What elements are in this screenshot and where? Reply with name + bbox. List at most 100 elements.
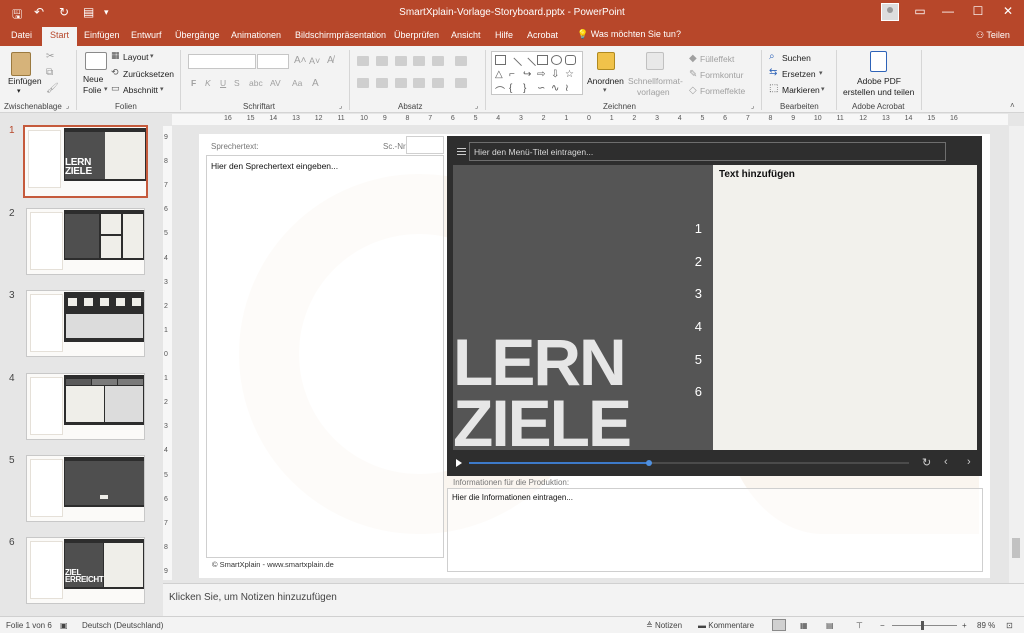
strikethrough-icon[interactable]: abc — [249, 78, 263, 88]
clear-format-icon[interactable]: A̸ — [327, 55, 334, 66]
font-launcher-icon[interactable]: ⌟ — [339, 102, 342, 110]
slide-thumbnail-3[interactable] — [26, 290, 145, 357]
select-dropdown-icon[interactable]: ▾ — [821, 85, 825, 93]
previous-icon[interactable]: ‹ — [944, 456, 948, 468]
create-pdf-label-2[interactable]: erstellen und teilen — [843, 87, 914, 97]
decrease-indent-icon[interactable] — [395, 56, 407, 66]
shape-oval[interactable] — [551, 55, 562, 65]
next-icon[interactable]: › — [967, 456, 971, 468]
clipboard-launcher-icon[interactable]: ⌟ — [66, 102, 69, 110]
shrink-font-icon[interactable]: A˅ — [309, 56, 320, 66]
arrange-icon[interactable] — [597, 52, 615, 70]
paste-dropdown-icon[interactable]: ▾ — [17, 87, 21, 95]
shape-rounded-rectangle[interactable] — [565, 55, 576, 65]
notes-pane[interactable]: Klicken Sie, um Notizen hinzuzufügen — [163, 583, 1024, 616]
hamburger-menu-icon[interactable] — [457, 148, 466, 155]
drawing-launcher-icon[interactable]: ⌟ — [751, 102, 754, 110]
new-slide-icon[interactable] — [85, 52, 107, 70]
layout-button[interactable]: Layout — [123, 52, 149, 62]
tab-ueberpruefen[interactable]: Überprüfen — [394, 30, 439, 40]
smartart-icon[interactable] — [455, 78, 467, 88]
cut-icon[interactable]: ✂ — [46, 51, 54, 62]
shape-brace[interactable]: { — [509, 83, 520, 94]
production-info-box[interactable]: Hier die Informationen eintragen... — [447, 488, 983, 572]
font-size-combo[interactable] — [257, 54, 289, 69]
new-slide-label-2[interactable]: Folie — [83, 85, 101, 95]
shape-fill-button[interactable]: Fülleffekt — [700, 54, 734, 64]
tab-entwurf[interactable]: Entwurf — [131, 30, 162, 40]
underline-icon[interactable]: U — [220, 78, 226, 88]
replace-dropdown-icon[interactable]: ▾ — [819, 69, 823, 77]
font-color-icon[interactable]: A — [312, 78, 319, 89]
maximize-icon[interactable]: ☐ — [968, 4, 988, 18]
shape-curve[interactable]: ∿ — [551, 83, 562, 94]
increase-indent-icon[interactable] — [413, 56, 425, 66]
scrollbar-thumb[interactable] — [1012, 538, 1020, 558]
slide-sorter-icon[interactable]: ▦ — [800, 621, 808, 630]
slide-thumbnail-5[interactable] — [26, 455, 145, 522]
shape-elbow[interactable]: ⌐ — [509, 69, 520, 80]
layout-dropdown-icon[interactable]: ▾ — [150, 52, 154, 60]
spellcheck-icon[interactable]: ▣ — [60, 621, 68, 630]
new-slide-dropdown-icon[interactable]: ▾ — [104, 85, 108, 93]
play-icon[interactable] — [456, 459, 462, 467]
shape-scribble[interactable]: ≀ — [565, 83, 576, 94]
numbering-icon[interactable] — [376, 56, 388, 66]
tab-datei[interactable]: Datei — [11, 30, 32, 40]
paste-icon[interactable] — [11, 52, 31, 76]
align-center-icon[interactable] — [376, 78, 388, 88]
arrange-dropdown-icon[interactable]: ▾ — [603, 86, 607, 94]
new-slide-label[interactable]: Neue — [83, 74, 103, 84]
justify-icon[interactable] — [413, 78, 425, 88]
quick-styles-label-2[interactable]: vorlagen — [637, 87, 670, 97]
progress-bar[interactable] — [469, 460, 909, 466]
slideshow-icon[interactable]: ⊤ — [856, 621, 863, 630]
section-button[interactable]: Abschnitt — [123, 85, 158, 95]
vertical-scrollbar[interactable] — [1009, 126, 1024, 583]
section-dropdown-icon[interactable]: ▾ — [160, 85, 164, 93]
columns-icon[interactable] — [432, 78, 444, 88]
align-left-icon[interactable] — [357, 78, 369, 88]
shape-arc[interactable]: ⌒ — [495, 83, 506, 94]
tell-me-box[interactable]: 💡 Was möchten Sie tun? — [577, 29, 681, 40]
paragraph-launcher-icon[interactable]: ⌟ — [475, 102, 478, 110]
user-avatar[interactable] — [881, 3, 899, 21]
tab-animationen[interactable]: Animationen — [231, 30, 281, 40]
tab-einfuegen[interactable]: Einfügen — [84, 30, 120, 40]
tab-bildschirmpraesentation[interactable]: Bildschirmpräsentation — [295, 30, 386, 40]
normal-view-icon[interactable] — [772, 619, 786, 631]
slide-thumbnail-1[interactable]: LERN ZIELE — [23, 125, 148, 198]
replace-button[interactable]: Ersetzen — [782, 69, 816, 79]
language-indicator[interactable]: Deutsch (Deutschland) — [82, 621, 163, 630]
slide-thumbnail-6[interactable]: ZIEL ERREICHT — [26, 537, 145, 604]
tab-acrobat[interactable]: Acrobat — [527, 30, 558, 40]
italic-icon[interactable]: K — [205, 78, 211, 88]
zoom-in-icon[interactable]: + — [962, 621, 967, 630]
select-button[interactable]: Markieren — [782, 85, 820, 95]
shape-outline-button[interactable]: Formkontur — [700, 70, 743, 80]
collapse-ribbon-icon[interactable]: ˄ — [1010, 101, 1015, 110]
paste-button[interactable]: Einfügen — [8, 76, 42, 86]
speaker-text-box[interactable]: Hier den Sprechertext eingeben... — [206, 155, 444, 558]
zoom-level[interactable]: 89 % — [977, 621, 995, 630]
spacing-icon[interactable]: AV — [270, 78, 281, 88]
shape-textbox[interactable] — [495, 55, 506, 65]
slide-thumbnail-2[interactable] — [26, 208, 145, 275]
reading-view-icon[interactable]: ▤ — [826, 621, 834, 630]
fit-to-window-icon[interactable]: ⊡ — [1006, 621, 1013, 630]
scene-number-field[interactable] — [406, 136, 444, 154]
ribbon-display-options-icon[interactable]: ▭ — [910, 4, 930, 18]
zoom-slider-knob[interactable] — [921, 621, 924, 630]
change-case-icon[interactable]: Aa — [292, 78, 302, 88]
bullets-icon[interactable] — [357, 56, 369, 66]
shadow-icon[interactable]: S — [234, 78, 240, 88]
shape-right-arrow[interactable]: ⇨ — [537, 69, 548, 80]
shape-effects-button[interactable]: Formeffekte — [700, 86, 745, 96]
find-button[interactable]: Suchen — [782, 53, 811, 63]
menu-title-field[interactable]: Hier den Menü-Titel eintragen... — [469, 142, 946, 161]
minimize-icon[interactable]: — — [938, 4, 958, 18]
tab-start[interactable]: Start — [42, 27, 78, 46]
shape-star[interactable]: ☆ — [565, 69, 576, 80]
arrange-button[interactable]: Anordnen — [587, 76, 624, 86]
tab-uebergaenge[interactable]: Übergänge — [175, 30, 220, 40]
